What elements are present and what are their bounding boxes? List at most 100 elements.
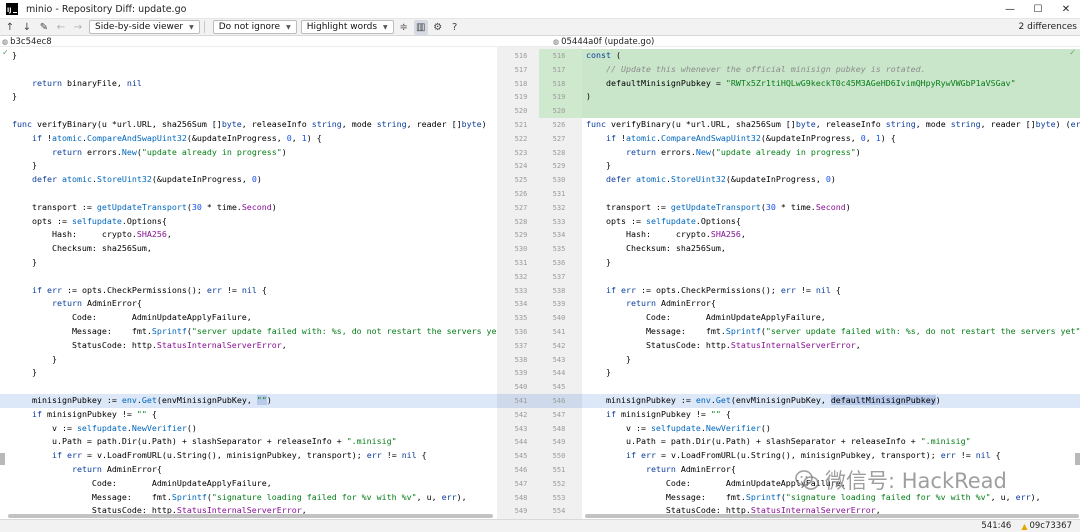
right-code-line[interactable]: } xyxy=(582,159,1080,173)
left-code-line[interactable]: return AdminError{ xyxy=(0,297,497,311)
right-code-line[interactable]: if err := opts.CheckPermissions(); err !… xyxy=(582,284,1080,298)
left-line-number: 538 xyxy=(514,355,528,364)
right-code-line[interactable]: // Update this whenever the official min… xyxy=(582,62,1080,77)
right-code-line[interactable]: return AdminError{ xyxy=(582,297,1080,311)
forward-arrow-icon[interactable]: → xyxy=(71,20,85,35)
right-code-line[interactable] xyxy=(582,187,1080,201)
code-text: Message: fmt.Sprintf("server update fail… xyxy=(586,326,1080,336)
left-code-line[interactable]: transport := getUpdateTransport(30 * tim… xyxy=(0,201,497,215)
minimize-button[interactable]: — xyxy=(996,0,1024,19)
left-code-line[interactable]: return binaryFile, nil xyxy=(0,77,497,91)
right-line-number: 541 xyxy=(552,328,566,336)
right-code-line[interactable]: } xyxy=(582,256,1080,270)
next-difference-icon[interactable]: ↓ xyxy=(20,20,34,35)
left-code-line[interactable]: v := selfupdate.NewVerifier() xyxy=(0,422,497,436)
right-editor-pane[interactable]: const ( // Update this whenever the offi… xyxy=(582,47,1080,519)
left-code-line[interactable]: } xyxy=(0,256,497,270)
right-code-line[interactable]: opts := selfupdate.Options{ xyxy=(582,215,1080,229)
whitespace-ignore-dropdown[interactable]: Do not ignore ▼ xyxy=(212,20,297,34)
left-code-line[interactable]: StatusCode: http.StatusInternalServerErr… xyxy=(0,339,497,353)
right-code-line[interactable]: return errors.New("update already in pro… xyxy=(582,146,1080,160)
right-code-line[interactable]: Hash: crypto.SHA256, xyxy=(582,228,1080,242)
left-code-line[interactable]: } xyxy=(0,49,497,63)
left-code-line[interactable]: } xyxy=(0,353,497,367)
right-code-line[interactable]: if minisignPubkey != "" { xyxy=(582,408,1080,422)
edit-source-icon[interactable]: ✎ xyxy=(37,20,51,35)
code-text: StatusCode: http.StatusInternalServerErr… xyxy=(12,339,287,350)
left-code-line[interactable]: if err = v.LoadFromURL(u.String(), minis… xyxy=(0,449,497,463)
left-code-line[interactable]: if err := opts.CheckPermissions(); err !… xyxy=(0,284,497,298)
left-code-line[interactable]: minisignPubkey := env.Get(envMinisignPub… xyxy=(0,394,497,408)
right-line-number: 516 xyxy=(552,52,566,60)
left-code-line[interactable] xyxy=(0,187,497,201)
right-code-line[interactable]: Code: AdminUpdateApplyFailure, xyxy=(582,311,1080,325)
right-code-line[interactable] xyxy=(582,380,1080,394)
right-code-line[interactable]: func verifyBinary(u *url.URL, sha256Sum … xyxy=(582,118,1080,132)
right-code-line[interactable]: Message: fmt.Sprintf("signature loading … xyxy=(582,491,1080,505)
left-code-line[interactable]: func verifyBinary(u *url.URL, sha256Sum … xyxy=(0,118,497,132)
left-code-line[interactable]: if minisignPubkey != "" { xyxy=(0,408,497,422)
code-text: minisignPubkey := env.Get(envMinisignPub… xyxy=(12,395,272,405)
right-code-line[interactable]: u.Path = path.Dir(u.Path) + slashSeparat… xyxy=(582,435,1080,449)
left-code-line[interactable]: return errors.New("update already in pro… xyxy=(0,146,497,160)
right-code-line[interactable]: defaultMinisignPubkey = "RWTx5Zr1tiHQLwG… xyxy=(582,76,1080,91)
cursor-position[interactable]: 541:46 xyxy=(981,521,1011,531)
collapse-unchanged-icon[interactable]: ≑ xyxy=(397,20,411,35)
right-code-line[interactable]: minisignPubkey := env.Get(envMinisignPub… xyxy=(582,394,1080,408)
right-code-line[interactable]: ) xyxy=(582,90,1080,105)
left-scroll-thumb[interactable] xyxy=(8,514,493,518)
code-text: v := selfupdate.NewVerifier() xyxy=(12,422,197,433)
left-code-line[interactable]: return AdminError{ xyxy=(0,463,497,477)
left-code-line[interactable]: Code: AdminUpdateApplyFailure, xyxy=(0,477,497,491)
previous-difference-icon[interactable]: ↑ xyxy=(3,20,17,35)
code-text: } xyxy=(12,160,37,171)
left-code-line[interactable]: if !atomic.CompareAndSwapUint32(&updateI… xyxy=(0,132,497,146)
back-arrow-icon[interactable]: ← xyxy=(54,20,68,35)
left-line-number: 531 xyxy=(514,259,528,267)
right-line-number: 537 xyxy=(552,272,566,281)
left-code-line[interactable] xyxy=(0,270,497,284)
left-code-line[interactable]: } xyxy=(0,159,497,173)
right-code-line[interactable]: StatusCode: http.StatusInternalServerErr… xyxy=(582,339,1080,353)
right-code-line[interactable]: Checksum: sha256Sum, xyxy=(582,242,1080,256)
left-code-line[interactable]: opts := selfupdate.Options{ xyxy=(0,215,497,229)
right-code-line[interactable]: Message: fmt.Sprintf("server update fail… xyxy=(582,325,1080,339)
right-code-line[interactable]: defer atomic.StoreUint32(&updateInProgre… xyxy=(582,173,1080,187)
right-scroll-marker[interactable] xyxy=(1075,453,1080,465)
left-code-line[interactable]: Checksum: sha256Sum, xyxy=(0,242,497,256)
left-code-line[interactable] xyxy=(0,63,497,77)
left-code-line[interactable] xyxy=(0,104,497,118)
right-code-line[interactable]: } xyxy=(582,353,1080,367)
right-code-line[interactable]: } xyxy=(582,366,1080,380)
current-revision[interactable]: 09c73367 xyxy=(1029,521,1072,531)
left-code-line[interactable]: Message: fmt.Sprintf("signature loading … xyxy=(0,491,497,505)
highlight-mode-dropdown[interactable]: Highlight words ▼ xyxy=(300,20,394,34)
left-code-line[interactable]: } xyxy=(0,366,497,380)
left-code-line[interactable]: u.Path = path.Dir(u.Path) + slashSeparat… xyxy=(0,435,497,449)
right-code-line[interactable]: const ( xyxy=(582,49,1080,63)
right-code-line[interactable] xyxy=(582,104,1080,118)
right-scroll-thumb[interactable] xyxy=(585,514,1079,518)
left-code-line[interactable]: Message: fmt.Sprintf("server update fail… xyxy=(0,325,497,339)
left-code-line[interactable]: } xyxy=(0,90,497,104)
close-button[interactable]: ✕ xyxy=(1052,0,1080,19)
left-editor-pane[interactable]: } return binaryFile, nil} func verifyBina… xyxy=(0,47,497,519)
right-code-line[interactable]: Code: AdminUpdateApplyFailure, xyxy=(582,477,1080,491)
help-button[interactable]: ? xyxy=(448,20,462,35)
left-scroll-marker[interactable] xyxy=(0,453,5,465)
right-code-line[interactable] xyxy=(582,270,1080,284)
right-code-line[interactable]: v := selfupdate.NewVerifier() xyxy=(582,422,1080,436)
left-code-line[interactable]: Hash: crypto.SHA256, xyxy=(0,228,497,242)
settings-gear-icon[interactable]: ⚙ xyxy=(431,20,445,35)
left-code-line[interactable]: Code: AdminUpdateApplyFailure, xyxy=(0,311,497,325)
sync-scroll-icon[interactable]: ▥ xyxy=(413,19,428,35)
right-code-line[interactable]: if !atomic.CompareAndSwapUint32(&updateI… xyxy=(582,132,1080,146)
left-code-line[interactable] xyxy=(0,380,497,394)
code-text: } xyxy=(586,367,611,378)
right-code-line[interactable]: if err = v.LoadFromURL(u.String(), minis… xyxy=(582,449,1080,463)
left-code-line[interactable]: defer atomic.StoreUint32(&updateInProgre… xyxy=(0,173,497,187)
right-code-line[interactable]: transport := getUpdateTransport(30 * tim… xyxy=(582,201,1080,215)
right-code-line[interactable]: return AdminError{ xyxy=(582,463,1080,477)
viewer-mode-dropdown[interactable]: Side-by-side viewer ▼ xyxy=(89,20,200,34)
maximize-button[interactable]: ☐ xyxy=(1024,0,1052,19)
